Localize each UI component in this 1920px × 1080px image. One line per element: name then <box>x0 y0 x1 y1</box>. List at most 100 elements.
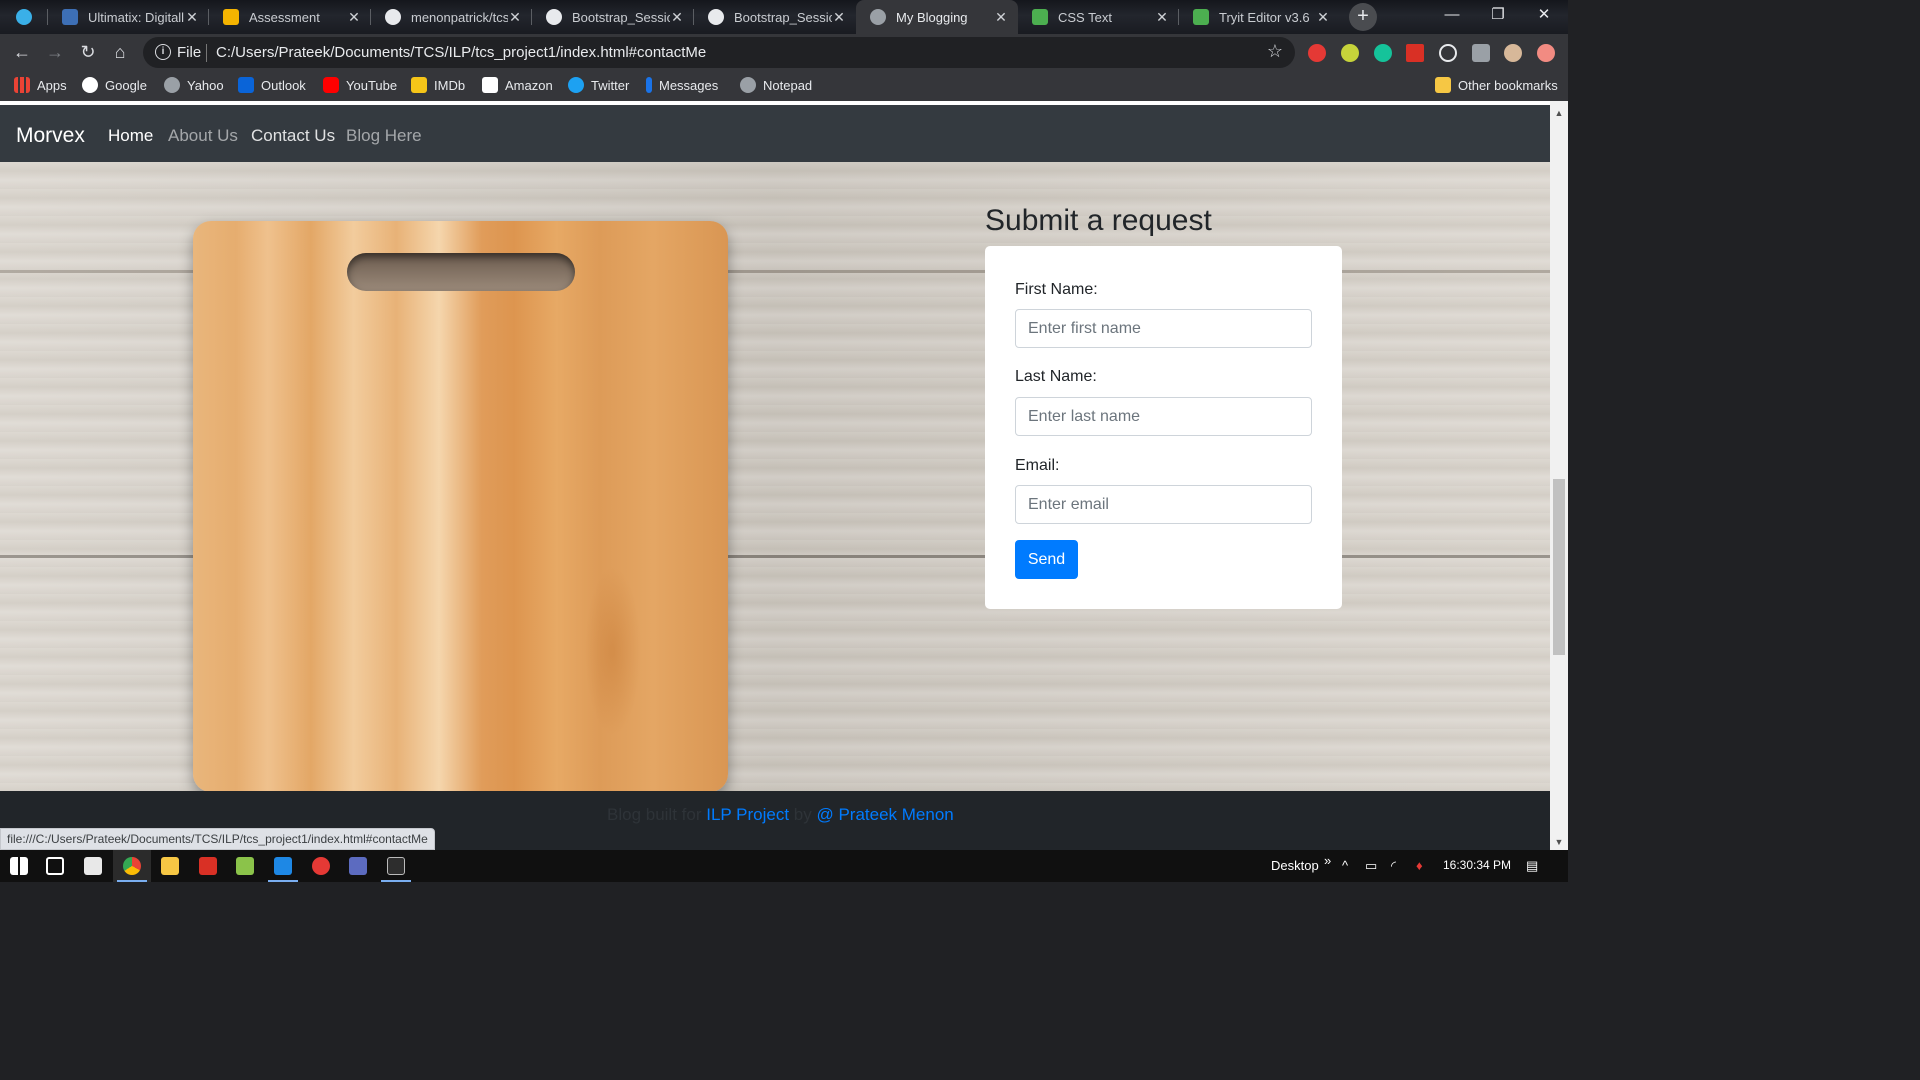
taskbar-notepad[interactable] <box>226 850 264 882</box>
restore-button[interactable]: ❐ <box>1475 0 1521 32</box>
close-window-button[interactable]: ✕ <box>1521 0 1567 32</box>
extension-red-icon[interactable] <box>1406 44 1424 62</box>
start-button[interactable] <box>0 850 38 882</box>
bookmark-star-icon[interactable]: ☆ <box>1267 41 1283 62</box>
bookmark-label: Notepad <box>763 77 813 93</box>
minimize-button[interactable]: — <box>1429 0 1475 32</box>
first-name-input[interactable] <box>1015 309 1312 348</box>
bookmark-messages[interactable]: Messages <box>646 77 718 93</box>
messages-icon <box>646 77 652 93</box>
tab-close-icon[interactable]: ✕ <box>508 9 522 26</box>
tab-bootstrap-session-2[interactable]: Bootstrap_Session ✕ <box>694 0 856 34</box>
nav-contact-us[interactable]: Contact Us <box>251 126 335 146</box>
extension-adblock-icon[interactable] <box>1308 44 1326 62</box>
taskbar-app-blue[interactable] <box>339 850 377 882</box>
tab-app[interactable] <box>0 0 48 34</box>
other-bookmarks[interactable]: Other bookmarks <box>1435 77 1558 93</box>
forward-icon[interactable]: → <box>42 40 68 66</box>
tab-github-repo[interactable]: menonpatrick/tcs ✕ <box>371 0 532 34</box>
site-info-icon[interactable]: i <box>155 44 171 60</box>
battery-icon[interactable]: ▭ <box>1365 858 1377 874</box>
contact-form: First Name: Last Name: Email: Send <box>985 246 1342 609</box>
extension-target-icon[interactable] <box>1439 44 1457 62</box>
bookmark-twitter[interactable]: Twitter <box>568 77 629 93</box>
show-hidden-icons-icon[interactable]: ^ <box>1342 858 1348 873</box>
wifi-icon[interactable]: ◜ <box>1391 858 1396 874</box>
bookmark-google[interactable]: Google <box>82 77 147 93</box>
page-scrollbar[interactable]: ▲ ▼ <box>1550 101 1568 850</box>
extensions-puzzle-icon[interactable] <box>1472 44 1490 62</box>
taskbar-vscode[interactable] <box>264 850 302 882</box>
last-name-input[interactable] <box>1015 397 1312 436</box>
send-button[interactable]: Send <box>1015 540 1078 579</box>
extension-lime-icon[interactable] <box>1341 44 1359 62</box>
amazon-icon <box>482 77 498 93</box>
tab-ultimatix[interactable]: Ultimatix: Digitall ✕ <box>48 0 209 34</box>
app-favicon-icon <box>16 9 32 25</box>
github-icon <box>708 9 724 25</box>
tab-close-icon[interactable]: ✕ <box>347 9 361 26</box>
desktop-expand-icon[interactable]: » <box>1324 853 1331 868</box>
footer-link-author[interactable]: @ Prateek Menon <box>816 805 953 824</box>
notifications-icon[interactable]: ▤ <box>1526 858 1538 874</box>
taskbar-terminal[interactable] <box>377 850 415 882</box>
address-url[interactable]: C:/Users/Prateek/Documents/TCS/ILP/tcs_p… <box>216 44 706 61</box>
bookmark-youtube[interactable]: YouTube <box>323 77 397 93</box>
clock[interactable]: 16:30:34 PM <box>1443 858 1511 872</box>
bookmark-notepad[interactable]: Notepad <box>740 77 812 93</box>
address-divider <box>206 44 207 62</box>
board-handle <box>347 253 575 291</box>
scroll-down-icon[interactable]: ▼ <box>1550 834 1568 850</box>
extension-grammarly-icon[interactable] <box>1374 44 1392 62</box>
bookmark-label: Other bookmarks <box>1458 77 1558 93</box>
address-bar[interactable]: i File C:/Users/Prateek/Documents/TCS/IL… <box>143 37 1295 68</box>
bookmark-outlook[interactable]: Outlook <box>238 77 306 93</box>
bookmark-yahoo[interactable]: Yahoo <box>164 77 224 93</box>
new-tab-button[interactable]: + <box>1349 3 1377 31</box>
home-icon[interactable]: ⌂ <box>107 40 133 66</box>
tab-title: Assessment <box>249 9 320 25</box>
tab-bootstrap-session-1[interactable]: Bootstrap_Session ✕ <box>532 0 694 34</box>
taskbar-file-explorer[interactable] <box>151 850 189 882</box>
footer-link-ilp[interactable]: ILP Project <box>706 805 789 824</box>
tab-my-blogging[interactable]: My Blogging ✕ <box>856 0 1018 34</box>
web-page: Morvex Home About Us Contact Us Blog Her… <box>0 101 1550 850</box>
antivirus-shield-icon[interactable]: ♦ <box>1416 858 1423 873</box>
taskbar-store[interactable] <box>74 850 112 882</box>
bookmark-apps[interactable]: Apps <box>14 77 67 93</box>
nav-about-us[interactable]: About Us <box>168 126 238 146</box>
tab-css-text[interactable]: CSS Text ✕ <box>1018 0 1179 34</box>
site-brand[interactable]: Morvex <box>16 124 85 148</box>
tab-title: Bootstrap_Session <box>572 9 670 25</box>
footer-text-a: Blog built for <box>607 805 707 824</box>
email-input[interactable] <box>1015 485 1312 524</box>
taskbar-chrome[interactable] <box>113 850 151 882</box>
bookmark-imdb[interactable]: IMDb <box>411 77 465 93</box>
nav-home[interactable]: Home <box>108 126 153 146</box>
taskbar-acrobat[interactable] <box>189 850 227 882</box>
tab-close-icon[interactable]: ✕ <box>832 9 846 26</box>
taskbar-app-red[interactable] <box>302 850 340 882</box>
bookmark-label: YouTube <box>346 77 398 93</box>
tab-tryit-editor[interactable]: Tryit Editor v3.6 ✕ <box>1179 0 1340 34</box>
bookmark-amazon[interactable]: Amazon <box>482 77 553 93</box>
scroll-up-icon[interactable]: ▲ <box>1550 105 1568 121</box>
back-icon[interactable]: ← <box>9 40 35 66</box>
profile-avatar[interactable] <box>1504 44 1522 62</box>
desktop-label[interactable]: Desktop <box>1271 858 1319 873</box>
reload-icon[interactable]: ↻ <box>75 40 101 66</box>
tab-close-icon[interactable]: ✕ <box>994 9 1008 26</box>
bookmark-label: Twitter <box>591 77 630 93</box>
update-menu-icon[interactable] <box>1537 44 1555 62</box>
tab-close-icon[interactable]: ✕ <box>1155 9 1169 26</box>
tab-close-icon[interactable]: ✕ <box>185 9 199 26</box>
store-icon <box>84 857 102 875</box>
tab-assessment[interactable]: Assessment ✕ <box>209 0 371 34</box>
tab-close-icon[interactable]: ✕ <box>1316 9 1330 26</box>
nav-blog-here[interactable]: Blog Here <box>346 126 422 146</box>
notepad-icon <box>236 857 254 875</box>
github-icon <box>546 9 562 25</box>
task-view-button[interactable] <box>36 850 74 882</box>
scroll-thumb[interactable] <box>1553 479 1565 655</box>
tab-close-icon[interactable]: ✕ <box>670 9 684 26</box>
